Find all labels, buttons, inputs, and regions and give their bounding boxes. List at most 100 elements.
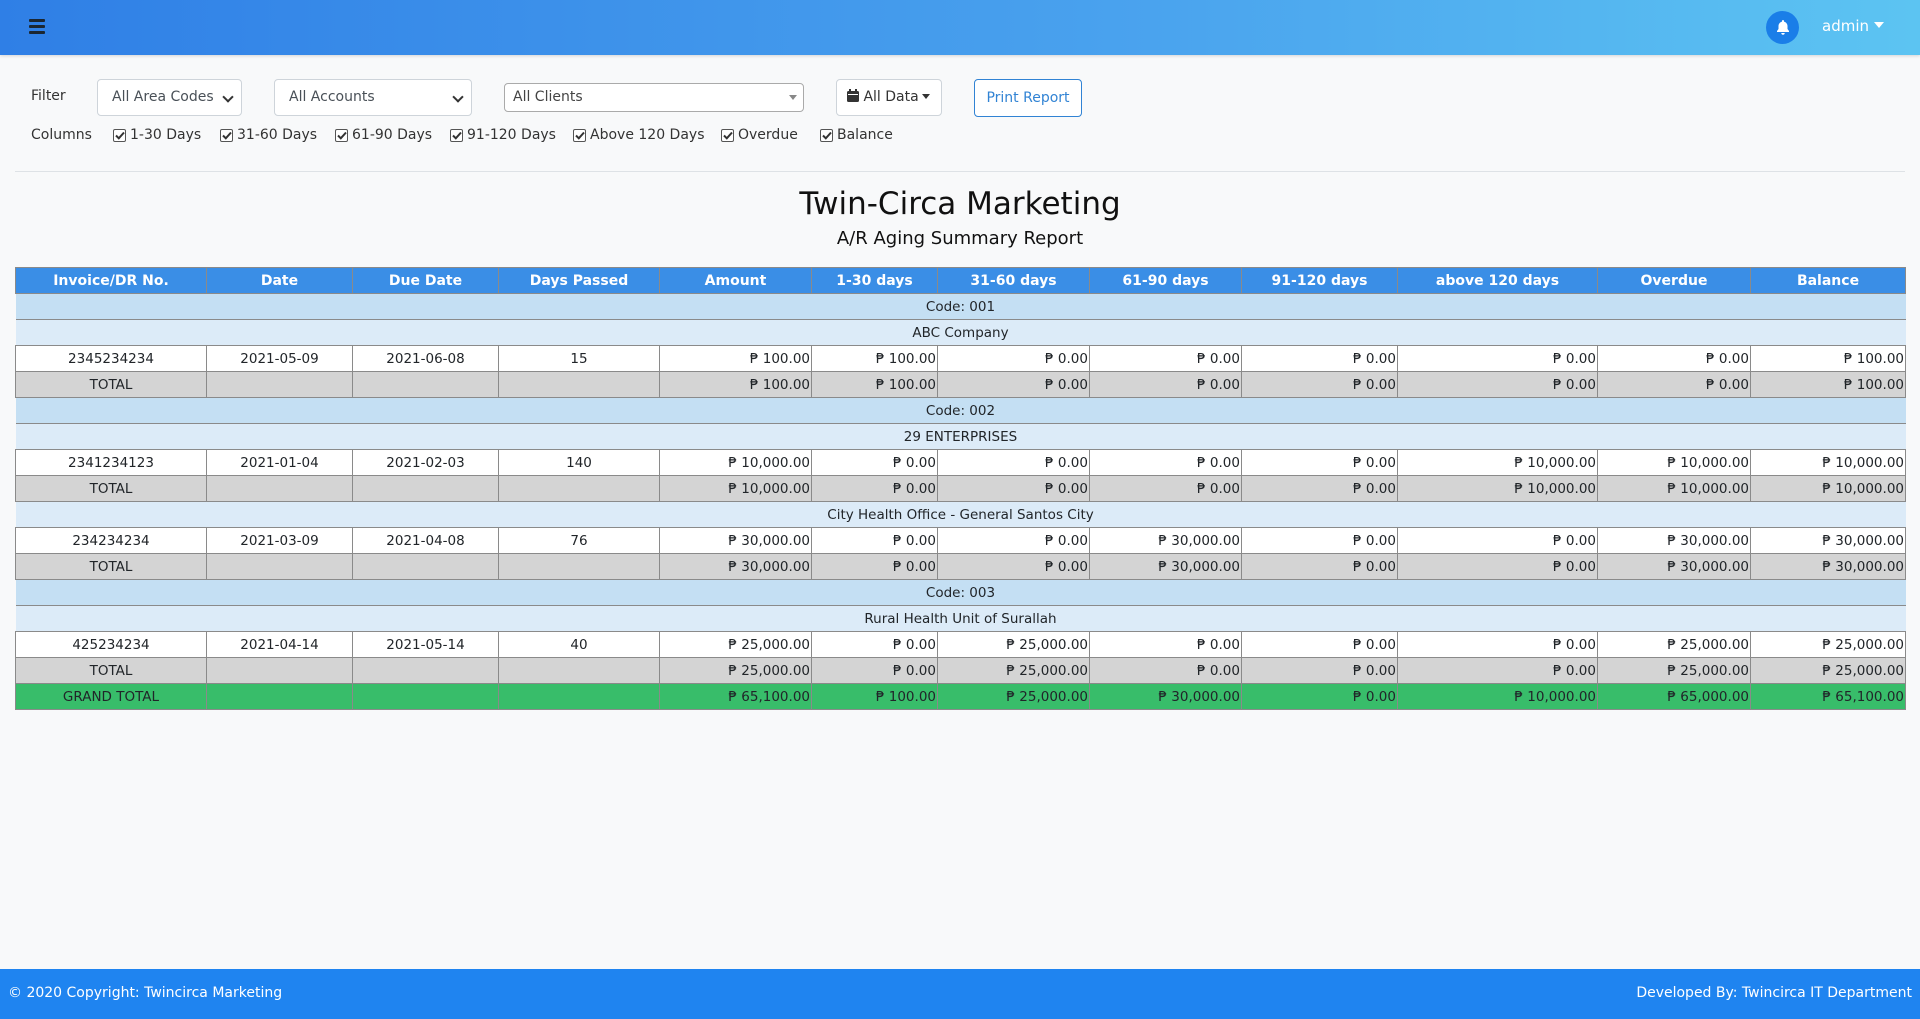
table-cell [206, 371, 353, 398]
checkbox[interactable] [450, 128, 463, 142]
column-toggle-label: Above 120 Days [590, 127, 705, 143]
aging-report-table: Invoice/DR No. Date Due Date Days Passed Amo… [15, 267, 1906, 710]
table-cell: ₱ 10,000.00 [1597, 475, 1751, 502]
table-cell: ₱ 0.00 [1089, 657, 1242, 684]
table-cell: ₱ 30,000.00 [1597, 553, 1751, 580]
total-row: TOTAL ₱ 10,000.00 ₱ 0.00 ₱ 0.00 ₱ 0.00 ₱ 0.00… [15, 475, 1906, 502]
column-toggle-91-120-days[interactable]: 91-120 Days [450, 127, 556, 143]
column-toggle-31-60-days[interactable]: 31-60 Days [220, 127, 317, 143]
table-cell: ₱ 0.00 [1089, 631, 1242, 658]
table-cell: ₱ 0.00 [1397, 371, 1598, 398]
checkmark-icon [574, 131, 585, 140]
invoice-row: 234234234 2021-03-09 2021-04-08 76 ₱ 30,000.… [15, 527, 1906, 554]
table-cell: GRAND TOTAL [15, 683, 207, 710]
table-cell: ₱ 0.00 [937, 475, 1090, 502]
column-toggle-1-30-days[interactable]: 1-30 Days [113, 127, 201, 143]
table-cell: ₱ 10,000.00 [1397, 683, 1598, 710]
table-cell: ₱ 100.00 [1750, 371, 1906, 398]
checkbox[interactable] [820, 128, 833, 142]
column-header: Invoice/DR No. [15, 267, 207, 294]
table-cell: 2341234123 [15, 449, 207, 476]
print-report-button[interactable]: Print Report [974, 79, 1082, 117]
column-toggle-balance[interactable]: Balance [820, 127, 893, 143]
table-cell: ₱ 0.00 [1089, 345, 1242, 372]
column-header: Balance [1750, 267, 1906, 294]
table-cell: ₱ 0.00 [1397, 345, 1598, 372]
table-cell: 2021-04-14 [206, 631, 353, 658]
date-range-button[interactable]: All Data [836, 79, 942, 116]
table-cell: ₱ 65,100.00 [1750, 683, 1906, 710]
column-toggle-label: 1-30 Days [130, 127, 202, 143]
table-cell: ₱ 30,000.00 [1750, 553, 1906, 580]
table-cell: 2021-05-14 [352, 631, 499, 658]
clients-select[interactable]: All Clients [504, 83, 804, 112]
footer-developer: Developed By: Twincirca IT Department [1636, 985, 1912, 1001]
client-row: City Health Office - General Santos City [15, 501, 1906, 528]
checkbox[interactable] [335, 128, 348, 142]
table-cell: 2021-01-04 [206, 449, 353, 476]
column-toggle-label: 91-120 Days [467, 127, 556, 143]
table-cell: ₱ 25,000.00 [659, 657, 812, 684]
table-cell: ₱ 65,100.00 [659, 683, 812, 710]
checkbox[interactable] [220, 128, 233, 142]
columns-label: Columns [31, 127, 92, 143]
checkbox[interactable] [113, 128, 126, 142]
table-cell: ₱ 10,000.00 [659, 449, 812, 476]
table-cell: TOTAL [15, 475, 207, 502]
area-codes-select[interactable]: All Area Codes [97, 79, 242, 116]
filter-label: Filter [31, 88, 66, 104]
dropdown-arrow-icon [789, 95, 797, 100]
table-cell: ₱ 30,000.00 [1750, 527, 1906, 554]
table-cell: ₱ 100.00 [811, 345, 938, 372]
table-cell: 2021-04-08 [352, 527, 499, 554]
column-header: Amount [659, 267, 812, 294]
table-cell [498, 657, 660, 684]
column-toggle-overdue[interactable]: Overdue [721, 127, 798, 143]
client-row: ABC Company [15, 319, 1906, 346]
column-toggle-label: 31-60 Days [237, 127, 318, 143]
clients-value: All Clients [513, 89, 583, 105]
column-header: 1-30 days [811, 267, 938, 294]
column-toggle-61-90-days[interactable]: 61-90 Days [335, 127, 432, 143]
table-cell: ₱ 0.00 [1241, 371, 1398, 398]
notification-bell-icon[interactable] [1766, 11, 1799, 44]
table-cell: ₱ 0.00 [811, 657, 938, 684]
footer-copyright: © 2020 Copyright: Twincirca Marketing [8, 985, 283, 1001]
checkbox[interactable] [573, 128, 586, 142]
table-cell: 140 [498, 449, 660, 476]
hamburger-menu-icon[interactable] [29, 19, 45, 34]
area-code-row: Code: 003 [15, 579, 1906, 606]
column-header: above 120 days [1397, 267, 1598, 294]
table-cell: ₱ 30,000.00 [659, 527, 812, 554]
column-header: Date [206, 267, 353, 294]
table-cell: ₱ 10,000.00 [1397, 449, 1598, 476]
checkbox[interactable] [721, 128, 734, 142]
table-cell: ₱ 0.00 [1089, 371, 1242, 398]
accounts-select[interactable]: All Accounts [274, 79, 472, 116]
chevron-down-icon [222, 91, 234, 103]
column-toggle-above-120-days[interactable]: Above 120 Days [573, 127, 705, 143]
column-toggle-label: Balance [837, 127, 893, 143]
table-cell: ₱ 10,000.00 [659, 475, 812, 502]
table-cell [352, 475, 499, 502]
area-code-row: Code: 001 [15, 293, 1906, 320]
user-menu[interactable]: admin [1822, 17, 1884, 35]
table-cell [206, 683, 353, 710]
table-cell: ₱ 25,000.00 [1750, 631, 1906, 658]
table-cell: ₱ 0.00 [937, 449, 1090, 476]
checkmark-icon [722, 131, 733, 140]
table-cell: ₱ 0.00 [937, 371, 1090, 398]
column-header: Days Passed [498, 267, 660, 294]
column-header: Due Date [352, 267, 499, 294]
column-header: 61-90 days [1089, 267, 1242, 294]
table-cell [352, 683, 499, 710]
area-code-label: Code: 001 [15, 293, 1906, 320]
table-cell: ₱ 30,000.00 [1597, 527, 1751, 554]
client-name: City Health Office - General Santos City [15, 501, 1906, 528]
table-cell: ₱ 30,000.00 [1089, 527, 1242, 554]
table-cell: ₱ 25,000.00 [937, 683, 1090, 710]
table-body: Code: 001 ABC Company 2345234234 2021-05-09… [15, 293, 1906, 710]
company-name: Twin-Circa Marketing [799, 186, 1121, 222]
checkmark-icon [114, 131, 125, 140]
total-row: TOTAL ₱ 100.00 ₱ 100.00 ₱ 0.00 ₱ 0.00 ₱ 0.00 ₱… [15, 371, 1906, 398]
